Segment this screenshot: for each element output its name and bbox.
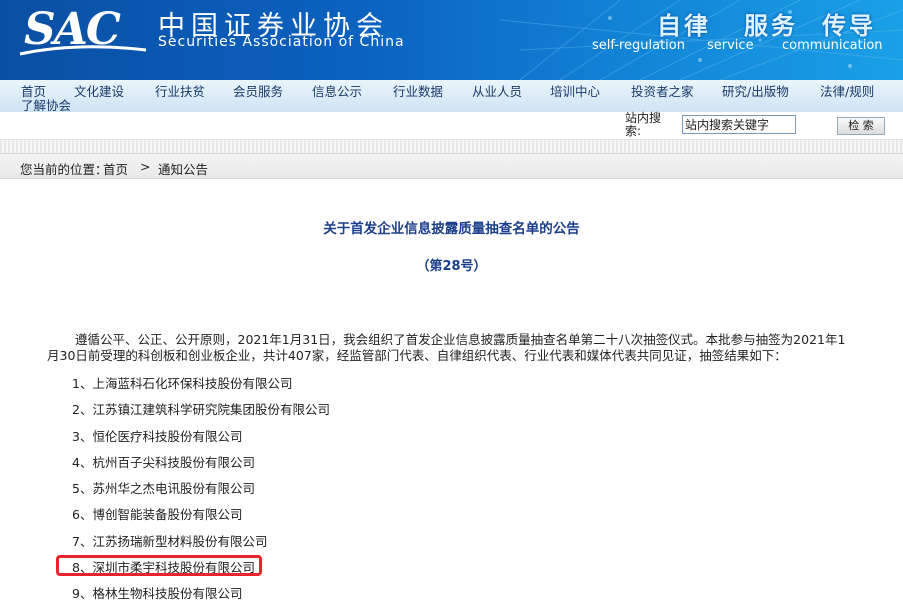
breadcrumb-home[interactable]: 首页 bbox=[103, 159, 128, 178]
article-title: 关于首发企业信息披露质量抽查名单的公告 bbox=[323, 221, 580, 237]
slogan-self-regulation: 自律 bbox=[657, 12, 711, 40]
slogan-service: 服务 bbox=[744, 12, 798, 40]
breadcrumb-prefix: 您当前的位置： bbox=[20, 162, 108, 177]
main-nav: 首页 文化建设 行业扶贫 会员服务 信息公示 行业数据 从业人员 培训中心 投资… bbox=[0, 80, 903, 113]
slogan-communication-en: communication bbox=[782, 38, 883, 53]
list-item: 1、上海蓝科石化环保科技股份有限公司 bbox=[72, 376, 293, 391]
list-item: 2、江苏镇江建筑科学研究院集团股份有限公司 bbox=[72, 402, 330, 417]
list-item: 6、博创智能装备股份有限公司 bbox=[72, 507, 243, 522]
nav-item-culture[interactable]: 文化建设 bbox=[74, 81, 124, 100]
nav-item-law-rules[interactable]: 法律/规则 bbox=[820, 81, 874, 100]
list-item: 9、格林生物科技股份有限公司 bbox=[72, 586, 243, 601]
slogan-self-regulation-en: self-regulation bbox=[592, 38, 685, 53]
list-item: 5、苏州华之杰电讯股份有限公司 bbox=[72, 481, 255, 496]
breadcrumb-separator: > bbox=[140, 159, 151, 174]
divider-strip bbox=[0, 139, 903, 154]
header-banner: SAC 中国证券业协会 Securities Association of Ch… bbox=[0, 0, 903, 80]
list-item: 3、恒伦医疗科技股份有限公司 bbox=[72, 429, 243, 444]
search-input[interactable] bbox=[682, 115, 796, 134]
nav-item-research[interactable]: 研究/出版物 bbox=[722, 81, 789, 100]
slogan-communication: 传导 bbox=[822, 12, 876, 40]
slogan-service-en: service bbox=[707, 38, 754, 53]
list-item: 4、杭州百子尖科技股份有限公司 bbox=[72, 455, 255, 470]
article-paragraph: 遵循公平、公正、公开原则，2021年1月31日，我会组织了首发企业信息披露质量抽… bbox=[47, 332, 857, 364]
search-button[interactable]: 检 索 bbox=[837, 117, 885, 135]
nav-item-disclosure[interactable]: 信息公示 bbox=[312, 81, 362, 100]
breadcrumb: 您当前的位置： 首页 > 通知公告 bbox=[0, 153, 903, 179]
nav-item-poverty-alleviation[interactable]: 行业扶贫 bbox=[155, 81, 205, 100]
article-paragraph-text: 遵循公平、公正、公开原则，2021年1月31日，我会组织了首发企业信息披露质量抽… bbox=[47, 332, 846, 363]
search-bar: 站内搜索: 检 索 bbox=[0, 112, 903, 139]
article-subtitle: （第28号） bbox=[416, 259, 487, 274]
nav-item-training[interactable]: 培训中心 bbox=[550, 81, 600, 100]
site-title-en: Securities Association of China bbox=[158, 34, 405, 50]
nav-item-industry-data[interactable]: 行业数据 bbox=[393, 81, 443, 100]
breadcrumb-current[interactable]: 通知公告 bbox=[158, 159, 208, 178]
nav-item-practitioners[interactable]: 从业人员 bbox=[472, 81, 522, 100]
nav-item-member-service[interactable]: 会员服务 bbox=[233, 81, 283, 100]
logo-swoosh-icon bbox=[19, 45, 147, 56]
highlight-box bbox=[56, 555, 262, 576]
search-label: 站内搜索: bbox=[625, 111, 662, 138]
nav-item-investors[interactable]: 投资者之家 bbox=[631, 81, 694, 100]
list-item: 7、江苏扬瑞新型材料股份有限公司 bbox=[72, 534, 268, 549]
